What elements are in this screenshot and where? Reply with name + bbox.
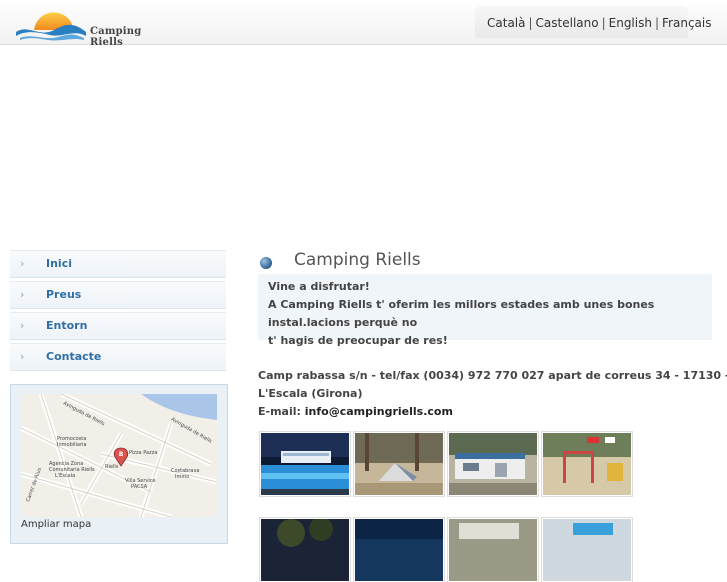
map-box: Avinguda de Riells Promocosta Inmobiliar…: [10, 384, 228, 544]
banner-area: [0, 45, 727, 240]
map-label: PACSA: [131, 484, 148, 490]
intro-line: A Camping Riells t' oferim les millors e…: [268, 298, 655, 311]
contact-address: Camp rabassa s/n - tel/fax (0034) 972 77…: [258, 367, 727, 421]
gallery-photo-cottage[interactable]: [448, 518, 538, 582]
lang-castellano-link[interactable]: Castellano: [536, 16, 599, 30]
email-label: E-mail:: [258, 405, 301, 418]
gallery-photo-pool-night[interactable]: [260, 432, 350, 496]
caravan-photo: [449, 433, 537, 495]
tents-photo: [355, 433, 443, 495]
trees-photo: [261, 519, 349, 581]
separator: |: [528, 16, 533, 30]
intro-line: instal.lacions perquè no: [268, 316, 418, 329]
email-link[interactable]: info@campingriells.com: [305, 405, 453, 418]
page-title: Camping Riells: [294, 250, 421, 270]
gallery-photo-playground[interactable]: [542, 432, 632, 496]
menu-item-label: Entorn: [46, 319, 88, 332]
email-line: E-mail: info@campingriells.com: [258, 403, 718, 421]
menu-item-entorn[interactable]: › Entorn: [10, 312, 226, 340]
sidebar-menu: › Inici › Preus › Entorn › Contacte: [10, 250, 226, 374]
cottage-photo: [449, 519, 537, 581]
pool-evening-photo: [355, 519, 443, 581]
map-label: Immo: [175, 474, 189, 480]
address-line: L'Escala (Girona): [258, 387, 363, 400]
intro-line: Vine a disfrutar!: [268, 280, 370, 293]
site-logo[interactable]: Camping Riells: [14, 2, 164, 48]
intro-box: Vine a disfrutar! A Camping Riells t' of…: [258, 274, 712, 347]
address-line: Camp rabassa s/n - tel/fax (0034) 972 77…: [258, 369, 727, 382]
chevron-right-icon: ›: [20, 288, 25, 301]
gallery-photo-trees-night[interactable]: [260, 518, 350, 582]
chevron-right-icon: ›: [20, 319, 25, 332]
map-image: Avinguda de Riells Promocosta Inmobiliar…: [19, 391, 218, 520]
menu-item-inici[interactable]: › Inici: [10, 250, 226, 278]
menu-item-preus[interactable]: › Preus: [10, 281, 226, 309]
gallery-photo-tents[interactable]: [354, 432, 444, 496]
map-label: L'Escala: [55, 473, 75, 479]
chevron-right-icon: ›: [20, 350, 25, 363]
menu-item-label: Preus: [46, 288, 82, 301]
enlarge-map-link[interactable]: Ampliar mapa: [21, 519, 91, 530]
map-marker-letter: B: [119, 451, 124, 458]
intro-line: t' hagis de preocupar de res!: [268, 334, 448, 347]
lang-catala-link[interactable]: Català: [487, 16, 525, 30]
menu-item-contacte[interactable]: › Contacte: [10, 343, 226, 371]
gallery-photo-pool-evening[interactable]: [354, 518, 444, 582]
map-label: Pizza Pazza: [129, 450, 157, 456]
menu-item-label: Inici: [46, 257, 72, 270]
map-label: Inmobiliaria: [57, 442, 87, 448]
lang-english-link[interactable]: English: [609, 16, 652, 30]
menu-item-label: Contacte: [46, 350, 102, 363]
location-map[interactable]: Avinguda de Riells Promocosta Inmobiliar…: [19, 391, 218, 520]
bullet-icon: [260, 257, 272, 269]
site-header: Camping Riells Català | Castellano | English…: [0, 0, 727, 48]
separator: |: [601, 16, 606, 30]
chevron-right-icon: ›: [20, 257, 25, 270]
language-bar: Català | Castellano | English | Français: [475, 6, 711, 38]
playground-photo: [543, 433, 631, 495]
language-list: Català | Castellano | English | Français: [487, 16, 711, 30]
separator: |: [654, 16, 660, 30]
pool-photo: [261, 433, 349, 495]
gallery-photo-aerial[interactable]: [542, 518, 632, 582]
aerial-photo: [543, 519, 631, 581]
map-label: Riells: [105, 464, 119, 470]
lang-francais-link[interactable]: Français: [662, 16, 711, 30]
gallery-photo-caravan[interactable]: [448, 432, 538, 496]
